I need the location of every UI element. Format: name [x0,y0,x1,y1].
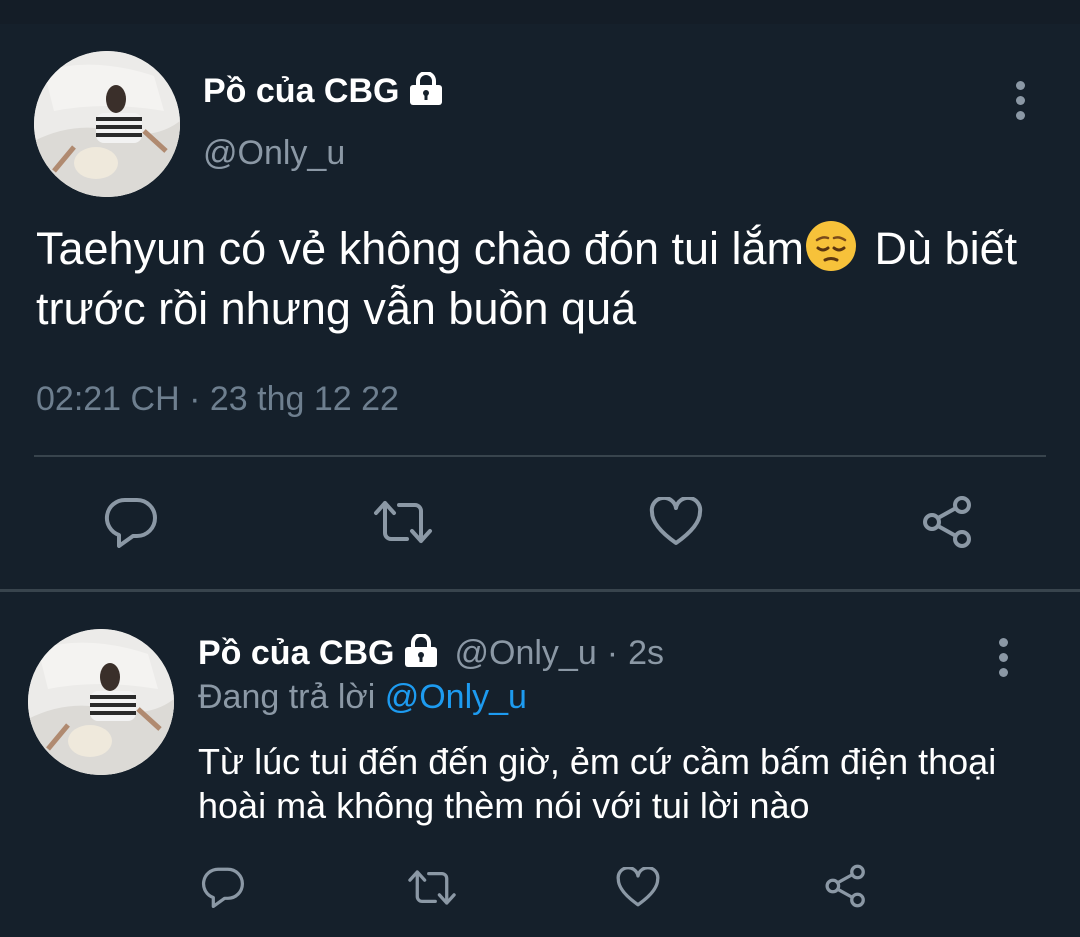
avatar-photo [28,629,174,775]
meta-separator: · [606,634,619,672]
reply-icon [201,867,244,908]
like-icon [649,497,703,545]
retweet-icon [408,869,456,905]
retweet-icon [374,501,432,543]
pensive-face-icon [806,221,857,271]
reply-author-row: Pồ của CBG @Only_u · 2s [198,633,664,673]
like-icon [616,866,660,906]
reply-icon [104,497,157,548]
tweet-text-part1: Taehyun có vẻ không chào đón tui lắm [36,223,805,274]
author-handle[interactable]: @Only_u [203,134,345,173]
reply-tweet[interactable]: Pồ của CBG @Only_u · 2s Đang trả lời @On… [0,592,1080,937]
share-button[interactable] [916,492,980,552]
more-options-icon[interactable] [999,638,1008,683]
tweet-timestamp[interactable]: 02:21 CH · 23 thg 12 22 [36,380,399,419]
share-icon [825,864,865,908]
share-button[interactable] [820,860,872,912]
share-icon [923,496,971,548]
top-strip [0,0,1080,24]
divider [34,455,1046,457]
lock-icon [402,633,440,673]
author-name-row: Pồ của CBG [203,71,445,111]
reply-text: Từ lúc tui đến đến giờ, ẻm cứ cầm bấm đi… [198,741,997,826]
main-tweet: Pồ của CBG @Only_u Taehyun có vẻ không c… [0,24,1080,590]
author-handle[interactable]: @Only_u [454,634,596,673]
like-button[interactable] [644,492,708,552]
retweet-button[interactable] [368,492,438,552]
replying-to: Đang trả lời @Only_u [198,678,527,717]
lock-icon [407,71,445,111]
reply-time: 2s [628,634,664,672]
author-name[interactable]: Pồ của CBG [203,72,399,111]
like-button[interactable] [612,862,664,912]
tweet-text: Taehyun có vẻ không chào đón tui lắm Dù … [36,219,1046,339]
author-name[interactable]: Pồ của CBG [198,634,394,673]
more-options-icon[interactable] [1016,81,1025,126]
avatar[interactable] [28,629,174,775]
retweet-button[interactable] [404,862,460,912]
avatar-photo [34,51,180,197]
replying-to-label: Đang trả lời [198,678,376,716]
avatar[interactable] [34,51,180,197]
replying-to-mention[interactable]: @Only_u [385,678,527,716]
reply-button[interactable] [98,492,164,552]
reply-button[interactable] [198,862,248,912]
